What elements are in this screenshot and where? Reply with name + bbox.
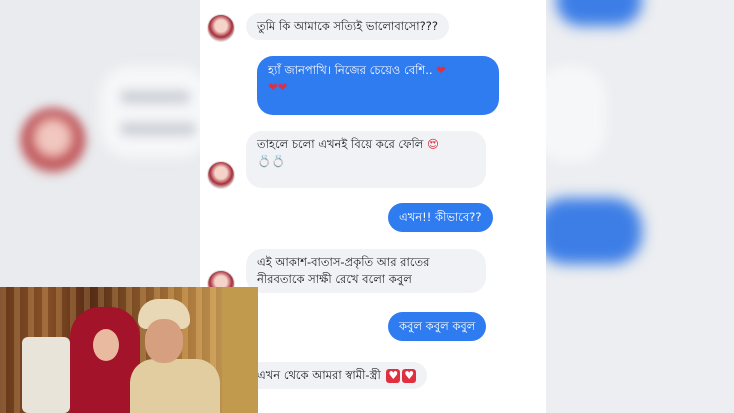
message-text: এখন থেকে আমরা স্বামী-স্ত্রী [257,368,381,382]
blurred-right-panel [546,0,734,413]
message-outgoing[interactable]: কবুল কবুল কবুল [388,312,487,341]
message-incoming[interactable]: এই আকাশ-বাতাস-প্রকৃতি আর রাতের নীরবতাকে … [246,249,486,293]
heart-icon: ❤❤ [268,80,288,94]
message-outgoing[interactable]: এখন!! কীভাবে?? [388,203,493,232]
message-text: হ্যাঁ জানপাখি। নিজের চেয়েও বেশি.. [268,63,433,77]
message-incoming[interactable]: এখন থেকে আমরা স্বামী-স্ত্রী ♥ ♥ [246,362,428,389]
blurred-bubble [546,66,606,162]
blurred-avatar [20,108,86,174]
message-text: তুমি কি আমাকে সত্যিই ভালোবাসো??? [257,19,438,33]
heart-icon: ❤ [436,63,446,77]
avatar[interactable] [207,161,235,189]
message-text: এখন!! কীভাবে?? [399,210,482,224]
message-text: নীরবতাকে সাক্ষী রেখে বলো কবুল [257,272,412,286]
message-incoming[interactable]: তাহলে চলো এখনই বিয়ে করে ফেলি 😍 💍💍 [246,131,486,188]
message-text: তাহলে চলো এখনই বিয়ে করে ফেলি [257,137,424,151]
blurred-bubble [546,198,642,264]
heart-icon: ♥ [402,369,417,383]
heart-icon: ♥ [386,369,401,383]
wedding-couple-photo [0,287,258,413]
blurred-bubble [100,66,200,158]
message-incoming[interactable]: তুমি কি আমাকে সত্যিই ভালোবাসো??? [246,13,449,40]
blurred-text [120,122,196,136]
avatar[interactable] [207,14,235,42]
message-text: এই আকাশ-বাতাস-প্রকৃতি আর রাতের [257,255,430,269]
message-text: কবুল কবুল কবুল [399,319,476,333]
blurred-bubble [556,0,642,26]
message-outgoing[interactable]: হ্যাঁ জানপাখি। নিজের চেয়েও বেশি.. ❤ ❤❤ [257,56,499,115]
blurred-text [120,90,190,104]
heart-eyes-icon: 😍 [427,137,440,151]
rings-icon: 💍💍 [257,154,286,168]
